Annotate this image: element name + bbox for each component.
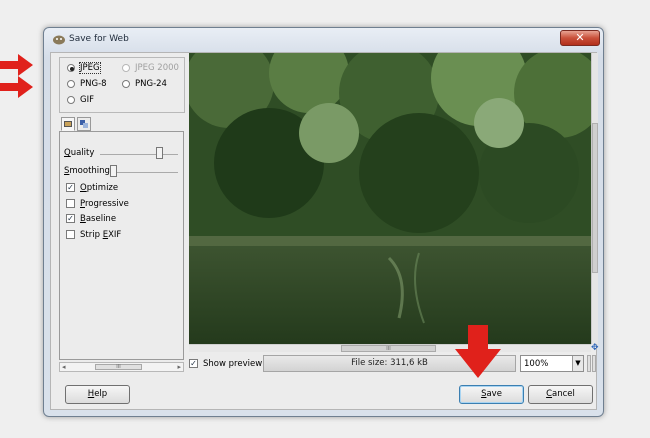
quality-slider-track[interactable] (100, 154, 178, 155)
label-jpeg2000: JPEG 2000 (135, 63, 179, 73)
optimize-checkbox[interactable]: ✓ (66, 183, 75, 192)
cancel-button[interactable]: Cancel (528, 385, 593, 404)
preview-vscroll-thumb[interactable] (592, 123, 598, 273)
close-button[interactable]: ✕ (560, 30, 600, 46)
preview-horizontal-scrollbar[interactable]: III (189, 344, 591, 352)
annotation-arrow-save (455, 325, 501, 378)
quality-slider-handle[interactable] (156, 147, 163, 159)
chevron-down-icon[interactable]: ▼ (572, 356, 583, 371)
quality-label: Quality (64, 148, 95, 158)
baseline-label[interactable]: Baseline (80, 214, 116, 224)
help-button[interactable]: Help (65, 385, 130, 404)
format-group: JPEG JPEG 2000 PNG-8 PNG-24 GIF (59, 57, 185, 113)
resize-handle-2[interactable] (592, 355, 596, 372)
show-preview-checkbox[interactable]: ✓ (189, 359, 198, 368)
window-title: Save for Web (69, 34, 129, 44)
metadata-icon (80, 120, 88, 128)
label-png8[interactable]: PNG-8 (80, 79, 107, 89)
smoothing-slider-track[interactable] (110, 172, 178, 173)
show-preview-label[interactable]: Show preview (203, 359, 262, 369)
options-horizontal-scrollbar[interactable]: ◂ III ▸ (59, 362, 184, 372)
radio-png24[interactable] (122, 80, 130, 88)
resize-handle[interactable] (587, 355, 591, 372)
label-gif[interactable]: GIF (80, 95, 94, 105)
save-button[interactable]: Save (459, 385, 524, 404)
strip-exif-label[interactable]: Strip EXIF (80, 230, 121, 240)
radio-jpeg[interactable] (67, 64, 75, 72)
label-jpeg[interactable]: JPEG (79, 62, 101, 74)
save-for-web-dialog: Save for Web ✕ JPEG JPEG 2000 PNG-8 PNG-… (43, 27, 604, 417)
zoom-value[interactable]: 100% (524, 359, 548, 369)
scroll-left-icon[interactable]: ◂ (62, 363, 66, 371)
optimize-label[interactable]: Optimize (80, 183, 118, 193)
smoothing-label: Smoothing (64, 166, 110, 176)
zoom-combo[interactable]: 100% ▼ (520, 355, 584, 372)
preview-photo (189, 53, 591, 344)
strip-exif-checkbox[interactable] (66, 230, 75, 239)
preview-hscroll-thumb[interactable]: III (341, 345, 436, 352)
gimp-app-icon (53, 35, 65, 45)
radio-jpeg2000 (122, 64, 130, 72)
dialog-body: JPEG JPEG 2000 PNG-8 PNG-24 GIF Quality … (50, 52, 599, 410)
tab-image-settings[interactable] (61, 117, 75, 131)
navigate-icon[interactable]: ✥ (591, 344, 599, 353)
annotation-arrow-png8 (0, 76, 33, 98)
label-png24[interactable]: PNG-24 (135, 79, 167, 89)
radio-png8[interactable] (67, 80, 75, 88)
smoothing-slider-handle[interactable] (110, 165, 117, 177)
progressive-checkbox[interactable] (66, 199, 75, 208)
image-preview[interactable] (189, 53, 591, 344)
preview-vertical-scrollbar[interactable] (591, 53, 598, 344)
progressive-label[interactable]: Progressive (80, 199, 129, 209)
title-bar: Save for Web ✕ (44, 28, 603, 52)
tab-metadata[interactable] (77, 117, 91, 131)
baseline-checkbox[interactable]: ✓ (66, 214, 75, 223)
radio-gif[interactable] (67, 96, 75, 104)
image-settings-icon (64, 121, 72, 127)
jpeg-options-panel: Quality Smoothing ✓ Optimize Progressive… (59, 131, 184, 360)
scroll-thumb[interactable]: III (95, 364, 142, 370)
annotation-arrow-jpeg (0, 54, 33, 76)
scroll-right-icon[interactable]: ▸ (177, 363, 181, 371)
